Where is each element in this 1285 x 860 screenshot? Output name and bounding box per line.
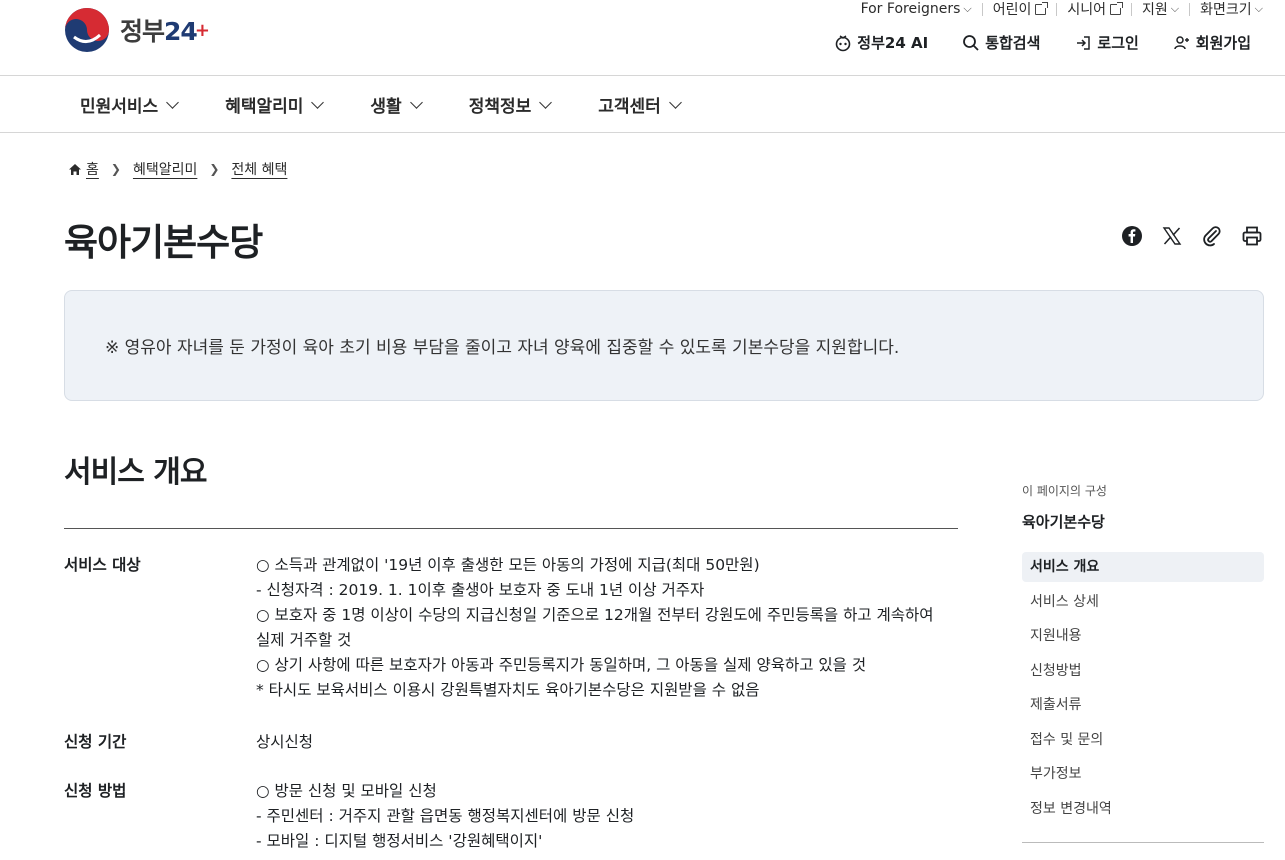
section-divider: [64, 528, 958, 529]
row-value-line: 상시신청: [256, 733, 314, 751]
toc-page-name: 육아기본수당: [1022, 513, 1105, 531]
toc-item-application-method[interactable]: 신청방법: [1022, 656, 1264, 686]
nav-item-policy-info[interactable]: 정책정보: [469, 92, 553, 117]
x-share-button[interactable]: [1160, 224, 1184, 248]
chevron-right-icon: ❯: [110, 162, 121, 176]
taegeuk-logo-icon: [65, 8, 109, 52]
section-title: 서비스 개요: [64, 455, 207, 490]
page-title: 육아기본수당: [64, 221, 263, 264]
x-icon: [1162, 227, 1182, 245]
chevron-down-icon: ⌵: [1254, 2, 1263, 15]
toc-caption: 이 페이지의 구성: [1022, 484, 1107, 498]
chevron-right-icon: ❯: [209, 162, 220, 176]
paperclip-icon: [1203, 226, 1221, 247]
row-value-line: ○ 상기 사항에 따른 보호자가 아동과 주민등록지가 동일하며, 그 아동을 …: [256, 656, 867, 674]
search-button[interactable]: 통합검색: [962, 32, 1040, 53]
toc-divider: [1022, 842, 1264, 843]
logo-wordmark: 정부24+: [120, 17, 210, 46]
toc-item-service-detail[interactable]: 서비스 상세: [1022, 587, 1264, 617]
toc-item-change-history[interactable]: 정보 변경내역: [1022, 794, 1264, 824]
main-navigation: 민원서비스 혜택알리미 생활 정책정보 고객센터: [0, 76, 1285, 133]
summary-text: ※ 영유아 자녀를 둔 가정이 육아 초기 비용 부담을 줄이고 자녀 양육에 …: [105, 338, 900, 358]
row-value-line: - 모바일 : 디지털 행정서비스 '강원혜택이지': [256, 832, 543, 850]
nav-item-civil-service[interactable]: 민원서비스: [80, 92, 180, 117]
chevron-down-icon: ⌵: [1170, 2, 1180, 15]
header-actions: 정부24 AI 통합검색 로그인 회원가입: [834, 32, 1251, 53]
row-service-target: 서비스 대상 ○ 소득과 관계없이 '19년 이후 출생한 모든 아동의 가정에…: [64, 553, 958, 703]
nav-item-customer-center[interactable]: 고객센터: [598, 92, 682, 117]
site-logo[interactable]: 정부24+: [64, 7, 210, 53]
search-icon: [963, 34, 979, 51]
row-value-line: - 신청자격 : 2019. 1. 1이후 출생아 보호자 중 도내 1년 이상…: [256, 581, 705, 599]
toc-item-reception-inquiry[interactable]: 접수 및 문의: [1022, 725, 1264, 755]
util-foreigners[interactable]: For Foreigners ⌵: [851, 1, 982, 17]
breadcrumb: 홈 ❯ 혜택알리미 ❯ 전체 혜택: [68, 159, 287, 179]
utility-menu: For Foreigners ⌵ 어린이 시니어 지원 ⌵ 화면크기 ⌵: [851, 0, 1273, 18]
login-button[interactable]: 로그인: [1074, 32, 1139, 53]
chevron-down-icon: ⌵: [963, 2, 972, 15]
login-icon: [1077, 35, 1091, 50]
share-tools: [1104, 224, 1264, 248]
row-label: 서비스 대상: [64, 556, 141, 574]
toc-item-service-overview[interactable]: 서비스 개요: [1022, 552, 1264, 582]
chevron-down-icon: [539, 95, 553, 109]
util-children[interactable]: 어린이: [983, 0, 1057, 19]
signup-button[interactable]: 회원가입: [1173, 32, 1251, 53]
row-label: 신청 기간: [64, 733, 127, 751]
toc-item-additional-info[interactable]: 부가정보: [1022, 759, 1264, 789]
row-label: 신청 방법: [64, 782, 127, 800]
ai-robot-icon: [835, 34, 851, 51]
breadcrumb-all-benefits[interactable]: 전체 혜택: [231, 159, 287, 179]
chevron-down-icon: [166, 95, 180, 109]
toc-item-support-content[interactable]: 지원내용: [1022, 621, 1264, 651]
row-value: 상시신청: [256, 730, 958, 755]
row-value: ○ 소득과 관계없이 '19년 이후 출생한 모든 아동의 가정에 지급(최대 …: [256, 553, 958, 703]
util-senior[interactable]: 시니어: [1057, 0, 1131, 19]
ai-button[interactable]: 정부24 AI: [834, 32, 928, 53]
nav-item-life[interactable]: 생활: [370, 92, 423, 117]
row-value-line: ○ 방문 신청 및 모바일 신청: [256, 782, 437, 800]
facebook-share-button[interactable]: [1120, 224, 1144, 248]
row-value-line: 실제 거주할 것: [256, 631, 352, 649]
row-application-method: 신청 방법 ○ 방문 신청 및 모바일 신청 - 주민센터 : 거주지 관할 읍…: [64, 779, 958, 854]
row-value-line: ○ 보호자 중 1명 이상이 수당의 지급신청일 기준으로 12개월 전부터 강…: [256, 606, 934, 624]
nav-item-benefit-alert[interactable]: 혜택알리미: [225, 92, 325, 117]
external-link-icon: [1035, 1, 1049, 15]
home-icon: [69, 163, 81, 175]
toc-item-required-documents[interactable]: 제출서류: [1022, 690, 1264, 720]
user-plus-icon: [1174, 35, 1189, 49]
util-screen-size[interactable]: 화면크기 ⌵: [1190, 0, 1273, 19]
facebook-icon: [1122, 226, 1142, 246]
row-application-period: 신청 기간 상시신청: [64, 730, 958, 755]
external-link-icon: [1110, 1, 1124, 15]
row-value-line: - 주민센터 : 거주지 관할 읍면동 행정복지센터에 방문 신청: [256, 807, 635, 825]
breadcrumb-home[interactable]: 홈: [86, 159, 99, 179]
page-toc: 이 페이지의 구성 육아기본수당 서비스 개요 서비스 상세 지원내용 신청방법…: [1022, 482, 1264, 843]
chevron-down-icon: [311, 95, 325, 109]
printer-icon: [1242, 226, 1262, 246]
row-value-line: * 타시도 보육서비스 이용시 강원특별자치도 육아기본수당은 지원받을 수 없…: [256, 681, 760, 699]
print-button[interactable]: [1240, 224, 1264, 248]
site-header: 정부24+ For Foreigners ⌵ 어린이 시니어 지원 ⌵ 화면크기 ⌵ …: [0, 0, 1285, 76]
row-value-line: ○ 소득과 관계없이 '19년 이후 출생한 모든 아동의 가정에 지급(최대 …: [256, 556, 760, 574]
chevron-down-icon: [668, 95, 682, 109]
summary-box: ※ 영유아 자녀를 둔 가정이 육아 초기 비용 부담을 줄이고 자녀 양육에 …: [64, 290, 1264, 401]
row-value: ○ 방문 신청 및 모바일 신청 - 주민센터 : 거주지 관할 읍면동 행정복…: [256, 779, 958, 854]
copy-link-button[interactable]: [1200, 224, 1224, 248]
chevron-down-icon: [409, 95, 423, 109]
util-support[interactable]: 지원 ⌵: [1132, 0, 1189, 19]
breadcrumb-benefit-alert[interactable]: 혜택알리미: [133, 159, 197, 179]
